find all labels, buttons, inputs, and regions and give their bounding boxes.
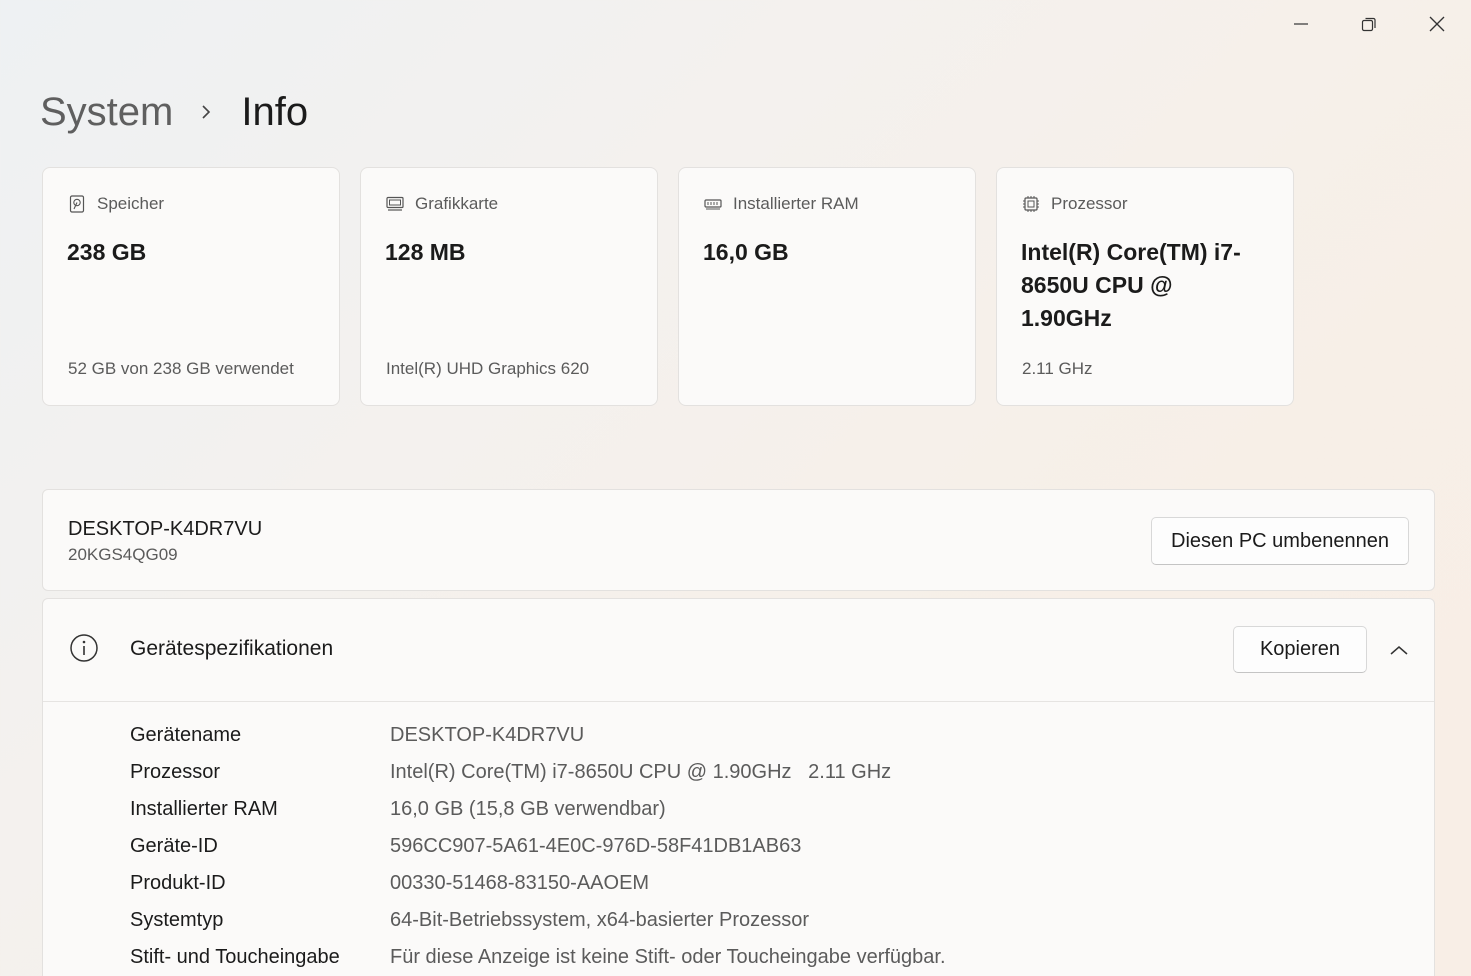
section-title: Gerätespezifikationen [130,637,334,660]
close-icon [1429,16,1445,32]
copy-button[interactable]: Kopieren [1233,626,1367,673]
breadcrumb-system[interactable]: System [40,90,173,135]
storage-icon [67,194,87,214]
card-graphics[interactable]: Grafikkarte 128 MB Intel(R) UHD Graphics… [360,167,658,406]
device-specifications-header[interactable]: Gerätespezifikationen Kopieren [43,599,1434,702]
spec-row: Systemtyp 64-Bit-Betriebssystem, x64-bas… [130,902,946,939]
restore-icon [1361,17,1376,32]
rename-pc-button[interactable]: Diesen PC umbenennen [1151,517,1409,565]
info-icon [70,634,98,662]
card-value: Intel(R) Core(TM) i7-8650U CPU @ 1.90GHz [1021,239,1241,331]
spec-value: 16,0 GB (15,8 GB verwendbar) [390,798,666,820]
spec-label: Installierter RAM [130,798,278,820]
spec-label: Geräte-ID [130,835,218,857]
restore-button[interactable] [1335,0,1403,48]
card-subtext: 2.11 GHz [1022,359,1093,378]
device-model: 20KGS4QG09 [68,545,178,564]
ram-icon [703,194,723,214]
spec-row: Installierter RAM 16,0 GB (15,8 GB verwe… [130,791,946,828]
card-value: 238 GB [67,239,147,265]
spec-list: Gerätename DESKTOP-K4DR7VU Prozessor Int… [130,717,946,976]
card-subtext: Intel(R) UHD Graphics 620 [386,359,590,378]
processor-icon [1021,194,1041,214]
spec-row: Produkt-ID 00330-51468-83150-AAOEM [130,865,946,902]
card-processor[interactable]: Prozessor Intel(R) Core(TM) i7-8650U CPU… [996,167,1294,406]
card-ram[interactable]: Installierter RAM 16,0 GB [678,167,976,406]
graphics-card-icon [385,194,405,214]
spec-value: 00330-51468-83150-AAOEM [390,872,650,894]
card-value: 16,0 GB [703,239,789,265]
spec-value: DESKTOP-K4DR7VU [390,724,585,746]
spec-label: Systemtyp [130,909,224,931]
spec-row: Gerätename DESKTOP-K4DR7VU [130,717,946,754]
spec-value: Intel(R) Core(TM) i7-8650U CPU @ 1.90GHz… [390,761,892,783]
card-title: Prozessor [1051,194,1128,213]
card-title: Grafikkarte [415,194,499,213]
close-button[interactable] [1403,0,1471,48]
card-subtext: 52 GB von 238 GB verwendet [68,359,294,378]
card-value: 128 MB [385,239,466,265]
chevron-up-icon [1390,646,1408,655]
spec-row: Stift- und Toucheingabe Für diese Anzeig… [130,939,946,976]
spec-label: Gerätename [130,724,242,746]
spec-row: Prozessor Intel(R) Core(TM) i7-8650U CPU… [130,754,946,791]
spec-row: Geräte-ID 596CC907-5A61-4E0C-976D-58F41D… [130,828,946,865]
spec-label: Produkt-ID [130,872,226,894]
title-bar [1267,0,1471,48]
minimize-button[interactable] [1267,0,1335,48]
card-storage[interactable]: Speicher 238 GB 52 GB von 238 GB verwend… [42,167,340,406]
card-title: Speicher [97,194,165,213]
spec-value: 596CC907-5A61-4E0C-976D-58F41DB1AB63 [390,835,802,857]
device-name: DESKTOP-K4DR7VU [68,518,263,540]
collapse-button[interactable] [1386,637,1412,663]
chevron-right-icon [199,102,213,122]
summary-cards: Speicher 238 GB 52 GB von 238 GB verwend… [42,167,1294,406]
card-title: Installierter RAM [733,194,859,213]
breadcrumb: System Info [40,84,308,140]
spec-value: 64-Bit-Betriebssystem, x64-basierter Pro… [390,909,810,931]
device-specifications-panel: Gerätespezifikationen Kopieren Gerätenam… [42,598,1435,976]
minimize-icon [1294,23,1308,25]
spec-value: Für diese Anzeige ist keine Stift- oder … [390,946,946,968]
page-title: Info [241,89,309,134]
spec-label: Prozessor [130,761,221,783]
spec-label: Stift- und Toucheingabe [130,946,340,968]
device-name-panel: DESKTOP-K4DR7VU 20KGS4QG09 Diesen PC umb… [42,489,1435,591]
